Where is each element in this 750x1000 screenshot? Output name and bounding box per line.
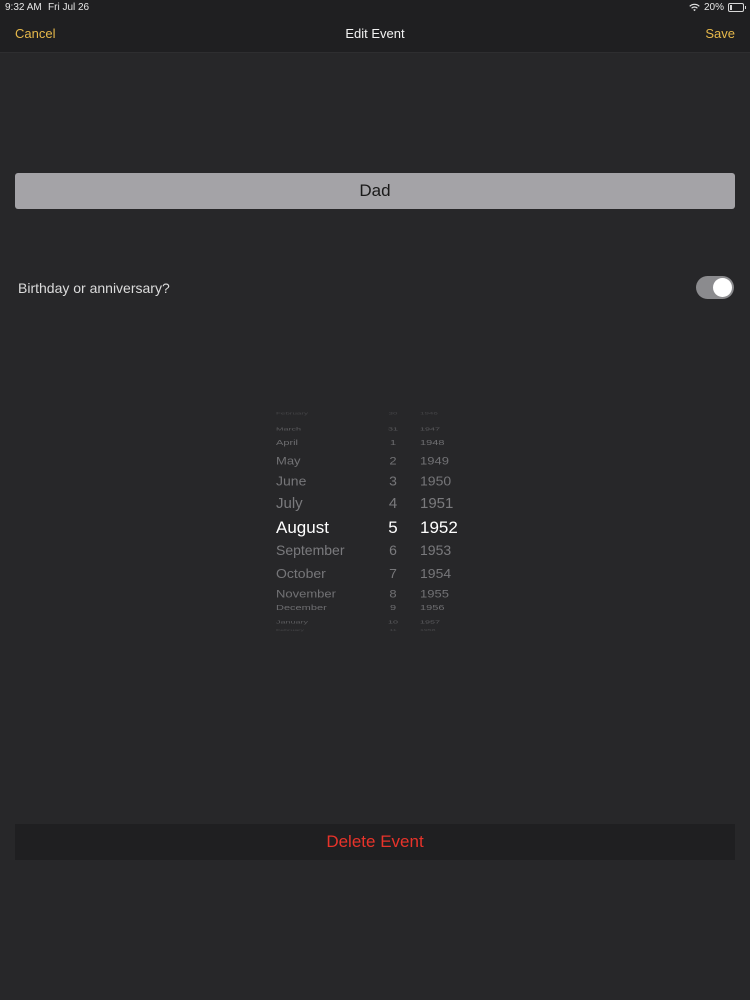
month-wheel-item[interactable]: December xyxy=(276,604,327,612)
year-wheel-item[interactable]: 1953 xyxy=(420,542,451,558)
year-wheel-item[interactable]: 1950 xyxy=(420,473,451,488)
birthday-toggle-label: Birthday or anniversary? xyxy=(18,280,170,296)
status-right: 20% xyxy=(689,2,746,13)
year-wheel-item[interactable]: 1957 xyxy=(420,619,440,625)
day-wheel-item[interactable]: 4 xyxy=(378,495,408,512)
month-wheel-item[interactable]: March xyxy=(276,426,301,432)
month-wheel-item[interactable]: May xyxy=(276,454,301,467)
day-wheel-item[interactable]: 30 xyxy=(378,412,408,416)
year-wheel-item[interactable]: 1958 xyxy=(420,629,436,632)
year-wheel-item[interactable]: 1949 xyxy=(420,454,449,467)
event-name-input[interactable] xyxy=(15,173,735,209)
day-wheel-item[interactable]: 3 xyxy=(378,473,408,488)
battery-percent: 20% xyxy=(703,2,724,13)
date-picker[interactable]: February March April May June July August Septe… xyxy=(270,412,480,635)
wifi-icon xyxy=(689,3,700,12)
year-wheel-item[interactable]: 1952 xyxy=(420,518,458,538)
day-wheel-item[interactable]: 5 xyxy=(378,518,408,538)
year-wheel-item[interactable]: 1946 xyxy=(420,412,438,416)
birthday-toggle[interactable] xyxy=(696,276,734,299)
month-wheel-item[interactable]: February xyxy=(276,412,308,416)
month-wheel-item[interactable]: October xyxy=(276,565,326,580)
toggle-knob xyxy=(713,278,732,297)
day-wheel-item[interactable]: 7 xyxy=(378,565,408,580)
battery-icon xyxy=(728,3,746,12)
month-wheel-item[interactable]: July xyxy=(276,495,303,512)
month-wheel-item[interactable]: April xyxy=(276,439,298,447)
delete-event-button[interactable]: Delete Event xyxy=(15,824,735,860)
year-wheel-item[interactable]: 1947 xyxy=(420,426,440,432)
day-wheel-item[interactable]: 9 xyxy=(378,604,408,612)
year-wheel-item[interactable]: 1948 xyxy=(420,439,444,447)
save-button[interactable]: Save xyxy=(705,26,735,41)
day-wheel-item[interactable]: 31 xyxy=(378,426,408,432)
month-wheel-item[interactable]: February xyxy=(276,629,304,632)
day-wheel-item[interactable]: 11 xyxy=(378,629,408,632)
status-bar: 9:32 AM Fri Jul 26 20% xyxy=(0,0,750,14)
year-wheel-item[interactable]: 1956 xyxy=(420,604,444,612)
year-wheel-item[interactable]: 1955 xyxy=(420,587,449,600)
month-wheel-item[interactable]: January xyxy=(276,619,308,625)
page-title: Edit Event xyxy=(345,26,405,41)
year-wheel-item[interactable]: 1951 xyxy=(420,495,453,512)
day-wheel-item[interactable]: 1 xyxy=(378,439,408,447)
day-wheel-item[interactable]: 10 xyxy=(378,619,408,625)
day-wheel-item[interactable]: 8 xyxy=(378,587,408,600)
day-wheel-item[interactable]: 6 xyxy=(378,542,408,558)
month-wheel-item[interactable]: September xyxy=(276,542,344,558)
month-wheel-item[interactable]: November xyxy=(276,587,336,600)
year-wheel-item[interactable]: 1954 xyxy=(420,565,451,580)
navigation-bar: Cancel Edit Event Save xyxy=(0,14,750,53)
status-date: Fri Jul 26 xyxy=(48,2,90,13)
status-time: 9:32 AM xyxy=(5,2,42,13)
month-wheel-item[interactable]: August xyxy=(276,518,329,538)
month-wheel-item[interactable]: June xyxy=(276,473,306,488)
day-wheel-item[interactable]: 2 xyxy=(378,454,408,467)
